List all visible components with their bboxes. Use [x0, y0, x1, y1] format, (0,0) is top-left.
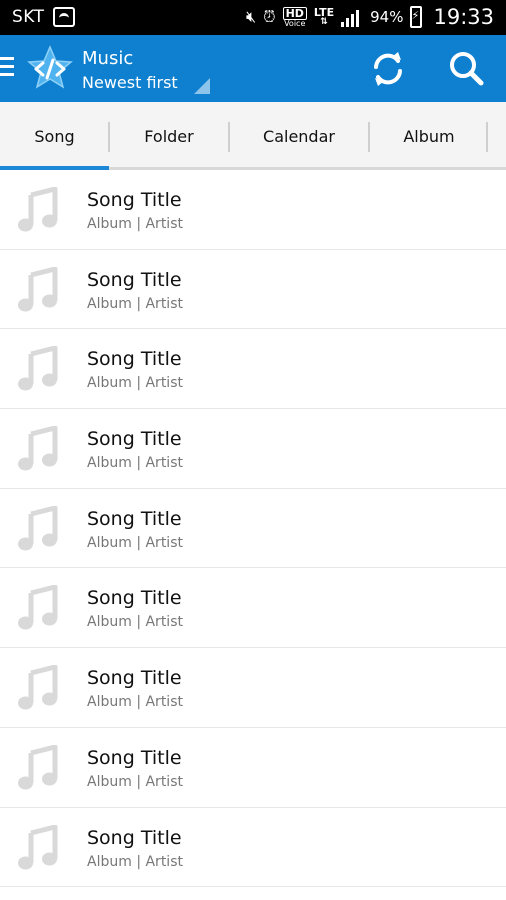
battery-percent: 94% — [370, 8, 404, 26]
song-list-item[interactable]: Song Title Album | Artist — [0, 488, 506, 569]
menu-icon[interactable] — [0, 57, 14, 77]
song-album-artist: Album | Artist — [87, 455, 183, 472]
song-album-artist: Album | Artist — [87, 773, 183, 790]
song-title: Song Title — [87, 746, 182, 769]
music-note-icon — [18, 505, 58, 551]
song-album-artist: Album | Artist — [87, 694, 183, 711]
battery-charging-icon — [410, 6, 423, 28]
tab-divider — [486, 122, 488, 152]
voice-label: Voice — [284, 18, 306, 28]
carrier-label: SKT — [12, 7, 45, 27]
song-album-artist: Album | Artist — [87, 295, 183, 312]
tab-folder[interactable]: Folder — [110, 102, 228, 170]
song-title: Song Title — [87, 667, 182, 690]
app-bar: Music Newest first — [0, 35, 506, 102]
song-title: Song Title — [87, 268, 182, 291]
refresh-icon[interactable] — [368, 49, 408, 89]
song-list-item[interactable]: Song Title Album | Artist — [0, 727, 506, 808]
dropdown-triangle-icon[interactable] — [194, 78, 210, 94]
song-title: Song Title — [87, 826, 182, 849]
hd-voice-icon: HD Voice — [282, 6, 307, 28]
music-note-icon — [18, 346, 58, 391]
hd-label: HD — [282, 6, 307, 20]
music-note-icon — [18, 665, 58, 710]
song-album-artist: Album | Artist — [87, 534, 183, 551]
wifi-icon — [53, 7, 75, 27]
alarm-icon: ⏰︎ — [263, 7, 276, 26]
signal-icon — [341, 7, 363, 27]
song-list-item[interactable]: Song Title Album | Artist — [0, 568, 506, 649]
song-list-item[interactable]: Song Title Album | Artist — [0, 648, 506, 728]
app-title: Music — [82, 48, 134, 69]
music-note-icon — [18, 426, 58, 471]
music-note-icon — [18, 187, 58, 232]
music-note-icon — [18, 266, 58, 312]
tab-bar: Song Folder Calendar Album — [0, 102, 506, 170]
song-album-artist: Album | Artist — [87, 614, 183, 631]
sort-order-dropdown[interactable]: Newest first — [82, 73, 178, 92]
tab-calendar[interactable]: Calendar — [230, 102, 368, 170]
song-album-artist: Album | Artist — [87, 853, 183, 870]
mute-icon: 🔇︎ — [245, 7, 257, 26]
lte-icon: LTE ⇅ — [313, 6, 335, 27]
music-note-icon — [18, 824, 58, 869]
song-album-artist: Album | Artist — [87, 216, 183, 232]
app-logo-icon[interactable] — [26, 45, 74, 93]
clock: 19:33 — [433, 5, 494, 29]
music-note-icon — [18, 585, 58, 630]
song-list-item[interactable]: Song Title Album | Artist — [0, 249, 506, 330]
song-title: Song Title — [87, 507, 182, 530]
song-title: Song Title — [87, 189, 182, 211]
tab-album[interactable]: Album — [370, 102, 488, 170]
song-title: Song Title — [87, 428, 182, 451]
status-bar: SKT 🔇︎ ⏰︎ HD Voice LTE ⇅ 94% 19:33 — [0, 0, 506, 35]
status-icons: 🔇︎ ⏰︎ HD Voice LTE ⇅ 94% 19:33 — [246, 5, 494, 29]
song-album-artist: Album | Artist — [87, 375, 183, 392]
song-list-item[interactable]: Song Title Album | Artist — [0, 170, 506, 250]
song-list-item[interactable]: Song Title Album | Artist — [0, 329, 506, 410]
song-list: Song Title Album | Artist Song Title Alb… — [0, 170, 506, 888]
song-title: Song Title — [87, 587, 182, 610]
tab-song[interactable]: Song — [0, 102, 109, 170]
music-note-icon — [18, 744, 58, 790]
search-icon[interactable] — [446, 49, 486, 89]
song-list-item[interactable]: Song Title Album | Artist — [0, 409, 506, 489]
song-title: Song Title — [87, 348, 182, 371]
song-list-item[interactable]: Song Title Album | Artist — [0, 807, 506, 888]
